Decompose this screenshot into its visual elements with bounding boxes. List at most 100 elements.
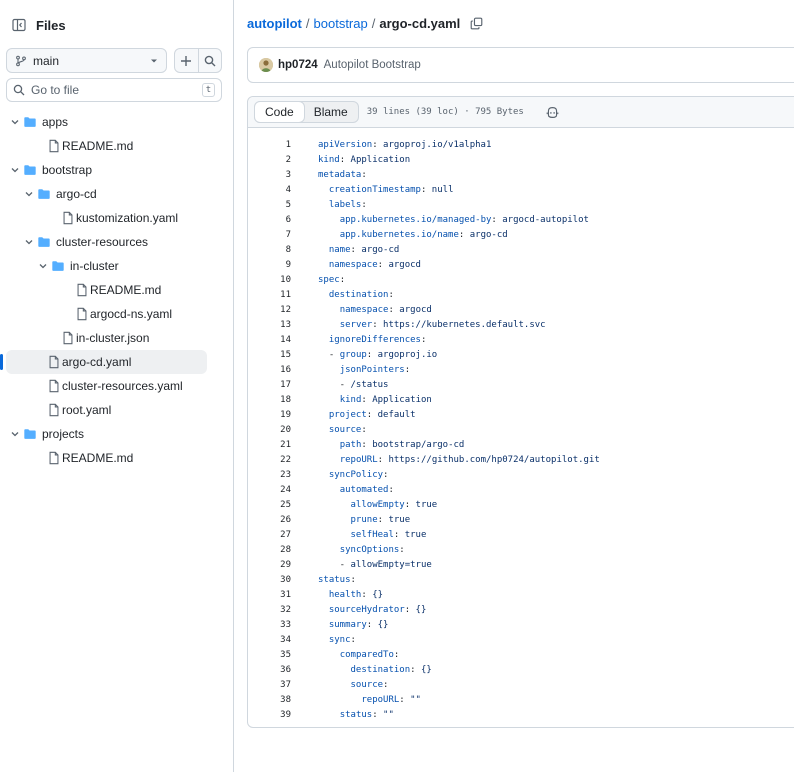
- tree-folder-row[interactable]: bootstrap: [0, 158, 234, 182]
- sidebar-collapse-button[interactable]: [6, 12, 32, 38]
- tree-file-row[interactable]: root.yaml: [0, 398, 234, 422]
- commit-message[interactable]: Autopilot Bootstrap: [324, 59, 421, 71]
- code-line: 26 prune: true: [248, 512, 794, 527]
- line-number[interactable]: 38: [248, 695, 291, 705]
- line-number[interactable]: 20: [248, 425, 291, 435]
- line-number[interactable]: 12: [248, 305, 291, 315]
- line-number[interactable]: 39: [248, 710, 291, 720]
- tree-folder-row[interactable]: projects: [0, 422, 234, 446]
- chevron-down-icon[interactable]: [23, 236, 35, 248]
- go-to-file-field[interactable]: t: [6, 78, 222, 102]
- line-number[interactable]: 15: [248, 350, 291, 360]
- search-files-button[interactable]: [197, 49, 221, 72]
- line-number[interactable]: 5: [248, 200, 291, 210]
- line-text: labels:: [328, 199, 367, 210]
- line-number[interactable]: 6: [248, 215, 291, 225]
- file-icon: [47, 379, 61, 393]
- line-number[interactable]: 27: [248, 530, 291, 540]
- line-number[interactable]: 18: [248, 395, 291, 405]
- commit-author[interactable]: hp0724: [278, 59, 318, 71]
- line-number[interactable]: 37: [248, 680, 291, 690]
- line-number[interactable]: 8: [248, 245, 291, 255]
- tree-item-label: argo-cd.yaml: [62, 355, 132, 369]
- tree-file-row[interactable]: README.md: [0, 446, 234, 470]
- code-line: 6 app.kubernetes.io/managed-by: argocd-a…: [248, 212, 794, 227]
- line-number[interactable]: 2: [248, 155, 291, 165]
- chevron-down-icon[interactable]: [37, 260, 49, 272]
- line-number[interactable]: 1: [248, 140, 291, 150]
- tree-folder-row[interactable]: in-cluster: [0, 254, 234, 278]
- line-number[interactable]: 36: [248, 665, 291, 675]
- line-number[interactable]: 13: [248, 320, 291, 330]
- tree-file-row[interactable]: argocd-ns.yaml: [0, 302, 234, 326]
- line-number[interactable]: 10: [248, 275, 291, 285]
- line-number[interactable]: 4: [248, 185, 291, 195]
- tree-item-label: apps: [42, 115, 69, 129]
- line-number[interactable]: 22: [248, 455, 291, 465]
- breadcrumb-folder-link[interactable]: bootstrap: [314, 16, 368, 31]
- code-line: 30 status:: [248, 572, 794, 587]
- code-line: 25 allowEmpty: true: [248, 497, 794, 512]
- line-number[interactable]: 3: [248, 170, 291, 180]
- line-number[interactable]: 28: [248, 545, 291, 555]
- tab-blame[interactable]: Blame: [304, 102, 358, 122]
- line-text: path: bootstrap/argo-cd: [339, 439, 465, 450]
- line-number[interactable]: 26: [248, 515, 291, 525]
- tree-file-row[interactable]: in-cluster.json: [0, 326, 234, 350]
- search-icon: [13, 84, 25, 96]
- go-to-file-input[interactable]: [31, 83, 202, 97]
- line-number[interactable]: 30: [248, 575, 291, 585]
- chevron-down-icon[interactable]: [9, 164, 21, 176]
- line-number[interactable]: 34: [248, 635, 291, 645]
- line-number[interactable]: 32: [248, 605, 291, 615]
- file-icon: [61, 211, 75, 225]
- line-number[interactable]: 25: [248, 500, 291, 510]
- tab-code[interactable]: Code: [254, 101, 305, 123]
- line-text: - group: argoproj.io: [318, 349, 438, 360]
- tree-file-row[interactable]: README.md: [0, 134, 234, 158]
- tree-file-row[interactable]: cluster-resources.yaml: [0, 374, 234, 398]
- tree-file-row[interactable]: README.md: [0, 278, 234, 302]
- line-number[interactable]: 23: [248, 470, 291, 480]
- code-line: 15 - group: argoproj.io: [248, 347, 794, 362]
- tree-folder-row[interactable]: apps: [0, 110, 234, 134]
- code-view[interactable]: 1 apiVersion: argoproj.io/v1alpha1 2 kind: …: [248, 137, 794, 722]
- line-number[interactable]: 11: [248, 290, 291, 300]
- breadcrumb-repo-link[interactable]: autopilot: [247, 16, 302, 31]
- chevron-down-icon[interactable]: [23, 188, 35, 200]
- line-number[interactable]: 9: [248, 260, 291, 270]
- tree-file-row[interactable]: argo-cd.yaml: [0, 350, 234, 374]
- copilot-icon: [546, 106, 559, 118]
- chevron-down-icon[interactable]: [9, 428, 21, 440]
- code-line: 7 app.kubernetes.io/name: argo-cd: [248, 227, 794, 242]
- line-number[interactable]: 33: [248, 620, 291, 630]
- line-number[interactable]: 31: [248, 590, 291, 600]
- line-text: project: default: [328, 409, 416, 420]
- line-number[interactable]: 7: [248, 230, 291, 240]
- line-text: automated:: [339, 484, 394, 495]
- chevron-down-icon[interactable]: [9, 116, 21, 128]
- line-number[interactable]: 24: [248, 485, 291, 495]
- file-icon: [47, 403, 61, 417]
- line-number[interactable]: 19: [248, 410, 291, 420]
- copy-path-button[interactable]: [470, 17, 483, 30]
- line-number[interactable]: 35: [248, 650, 291, 660]
- line-number[interactable]: 16: [248, 365, 291, 375]
- sidebar-header: Files: [6, 12, 66, 38]
- shortcut-key: t: [202, 83, 215, 97]
- tree-file-row[interactable]: kustomization.yaml: [0, 206, 234, 230]
- line-number[interactable]: 17: [248, 380, 291, 390]
- copilot-button[interactable]: [546, 106, 559, 119]
- line-number[interactable]: 14: [248, 335, 291, 345]
- folder-icon: [51, 259, 65, 273]
- branch-selector[interactable]: main: [6, 48, 167, 73]
- code-line: 13 server: https://kubernetes.default.sv…: [248, 317, 794, 332]
- add-file-button[interactable]: [175, 49, 198, 72]
- avatar[interactable]: [259, 58, 273, 72]
- line-number[interactable]: 21: [248, 440, 291, 450]
- tree-folder-row[interactable]: argo-cd: [0, 182, 234, 206]
- tree-folder-row[interactable]: cluster-resources: [0, 230, 234, 254]
- line-text: health: {}: [328, 589, 384, 600]
- line-number[interactable]: 29: [248, 560, 291, 570]
- view-toggle: Code Blame: [254, 101, 359, 123]
